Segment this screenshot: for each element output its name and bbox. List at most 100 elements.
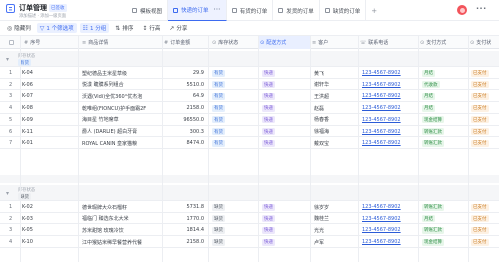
cell-product[interactable]: 沃遇(Vidi)全优360°优杰泡 [82,91,162,101]
cell-stock-status[interactable]: 缺货 [212,225,256,235]
cell-payment-method[interactable]: 转账汇款 [422,202,468,212]
column-divider[interactable] [258,35,259,262]
cell-phone[interactable]: 123-4567-8902 [362,138,418,148]
sort-button[interactable]: ⇅ 排序 [112,23,136,33]
column-divider[interactable] [20,35,21,262]
group-button[interactable]: ☷ 1 分组 [79,23,110,33]
phone-link[interactable]: 123-4567-8902 [362,140,401,146]
cell-order-id[interactable]: K-11 [14,127,74,137]
cell-shipping[interactable]: 快递 [262,68,306,78]
avatar[interactable] [457,5,467,15]
cell-stock-status[interactable]: 有货 [212,115,256,125]
collapse-chevron-icon[interactable]: ▾ [6,190,9,197]
cell-amount[interactable]: 1814.4 [164,225,205,235]
table-row[interactable]: 1 K-02 德世瑕牌大众石榴籽 5731.8 缺货 快递 徐岁岁 123-4567-8902… [0,202,499,213]
table-row[interactable]: 3 K-07 沃遇(Vidi)全优360°优杰泡 64.9 有货 快递 王洪超 123-456… [0,91,499,103]
cell-payment-method[interactable]: 转账汇款 [422,127,468,137]
cell-customer[interactable]: 魏桂兰 [314,214,356,224]
phone-link[interactable]: 123-4567-8902 [362,216,401,222]
cell-phone[interactable]: 123-4567-8902 [362,80,418,90]
cell-payment-status[interactable]: 已支付 [471,202,499,212]
cell-product[interactable]: 乾唯组(FIONCU)护手面霜2F [82,103,162,113]
phone-link[interactable]: 123-4567-8902 [362,129,401,135]
select-all-checkbox[interactable] [9,36,17,49]
cell-payment-method[interactable]: 转账汇款 [422,225,468,235]
cell-phone[interactable]: 123-4567-8902 [362,91,418,101]
cell-payment-status[interactable]: 已支付 [471,214,499,224]
cell-customer[interactable]: 光光 [314,225,356,235]
cell-order-id[interactable]: K-09 [14,115,74,125]
table-row[interactable]: 3 K-05 苏米甜馆 玫瑰冷饮 1814.4 缺货 快递 光光 123-4567-8902 转… [0,225,499,237]
tab-template-view[interactable]: 模板视图 [127,0,169,21]
cell-product[interactable]: 悦漾 睫膜系列组合 [82,80,162,90]
cell-payment-status[interactable]: 已支付 [471,138,499,148]
cell-payment-status[interactable]: 已支付 [471,225,499,235]
cell-amount[interactable]: 2158.0 [164,103,205,113]
table-row[interactable]: 5 K-09 海目星 竹地席草 96550.0 有货 快递 杨春香 123-4567-8902… [0,114,499,126]
phone-link[interactable]: 123-4567-8902 [362,82,401,88]
cell-payment-method[interactable]: 代收款 [422,80,468,90]
filter-button[interactable]: ▽ 1 个筛选项 [36,23,77,33]
cell-stock-status[interactable]: 有货 [212,91,256,101]
table-row[interactable]: 7 K-01 ROYAL CANIN 皇家猫粮 8474.0 有货 快递 戴双宝 123-45… [0,138,499,149]
cell-payment-status[interactable]: 已支付 [471,80,499,90]
cell-order-id[interactable]: K-10 [14,237,74,247]
row-height-button[interactable]: ↕ 行高 [139,23,163,33]
cell-customer[interactable]: 赵磊 [314,103,356,113]
cell-stock-status[interactable]: 缺货 [212,237,256,247]
tab-in-stock-orders[interactable]: 有货的订单 [227,0,274,21]
cell-phone[interactable]: 123-4567-8902 [362,214,418,224]
cell-shipping[interactable]: 快递 [262,91,306,101]
column-header-pay-status[interactable]: ⊙ 支付状 [470,36,499,49]
title-tag[interactable]: 已签收 [49,4,67,12]
phone-link[interactable]: 123-4567-8902 [362,93,401,99]
cell-phone[interactable]: 123-4567-8902 [362,127,418,137]
cell-stock-status[interactable]: 有货 [212,138,256,148]
cell-payment-method[interactable]: 现金结算 [422,115,468,125]
cell-payment-method[interactable]: 月结 [422,68,468,78]
cell-amount[interactable]: 96550.0 [164,115,204,125]
table-row[interactable]: 1 K-04 塑纪德品主米星草级 29.9 有货 快递 黄飞 123-4567-8902 月结已… [0,68,499,79]
cell-stock-status[interactable]: 缺货 [212,202,256,212]
table-row[interactable]: 2 K-06 悦漾 睫膜系列组合 5510.0 有货 快递 谢轩华 123-4567-8902… [0,79,499,91]
cell-customer[interactable]: 杨春香 [314,115,356,125]
cell-shipping[interactable]: 快递 [262,237,306,247]
cell-amount[interactable]: 300.3 [164,127,204,137]
cell-shipping[interactable]: 快递 [262,127,306,137]
cell-order-id[interactable]: K-01 [14,138,74,148]
cell-amount[interactable]: 5510.0 [164,80,205,90]
cell-stock-status[interactable]: 有货 [212,80,256,90]
column-header-id[interactable]: # 序号 [24,36,74,49]
cell-order-id[interactable]: K-06 [14,80,74,90]
table-row[interactable]: 2 K-03 福临门 臻选东北大米 1770.0 缺货 快递 魏桂兰 123-4567-890… [0,213,499,225]
cell-phone[interactable]: 123-4567-8902 [362,68,418,78]
cell-product[interactable]: 塑纪德品主米星草级 [82,68,162,78]
cell-order-id[interactable]: K-04 [14,68,74,78]
column-divider[interactable] [358,35,359,262]
cell-amount[interactable]: 1770.0 [164,214,205,224]
cell-stock-status[interactable]: 缺货 [212,214,256,224]
column-header-customer[interactable]: ≡ 客户 [312,36,356,49]
cell-order-id[interactable]: K-08 [14,103,74,113]
cell-payment-status[interactable]: 已支付 [471,91,499,101]
cell-shipping[interactable]: 快递 [262,225,306,235]
cell-phone[interactable]: 123-4567-8902 [362,103,418,113]
share-button[interactable]: ↗ 分享 [166,23,190,33]
cell-customer[interactable]: 徐福海 [314,127,356,137]
table-row[interactable]: 4 K-10 江中猴姑米稀早餐营养代餐 2158.0 缺货 快递 卢军 123-4567-89… [0,237,499,248]
column-divider[interactable] [162,35,163,262]
cell-amount[interactable]: 29.9 [164,68,204,78]
cell-shipping[interactable]: 快递 [262,138,306,148]
cell-shipping[interactable]: 快递 [262,202,306,212]
cell-payment-method[interactable]: 月结 [422,214,468,224]
more-menu-icon[interactable]: ··· [476,4,487,13]
group-header[interactable]: ▾ 库存状态 缺货 [0,185,499,201]
add-view-button[interactable]: + [366,0,382,21]
cell-payment-status[interactable]: 已支付 [471,115,499,125]
cell-customer[interactable]: 黄飞 [314,68,356,78]
column-divider[interactable] [208,35,209,262]
hide-columns-button[interactable]: ◎ 隐藏列 [4,23,34,33]
cell-shipping[interactable]: 快递 [262,103,306,113]
cell-stock-status[interactable]: 有货 [212,103,256,113]
page-description[interactable]: 添加描述 · 添加一级页面 [19,13,66,19]
